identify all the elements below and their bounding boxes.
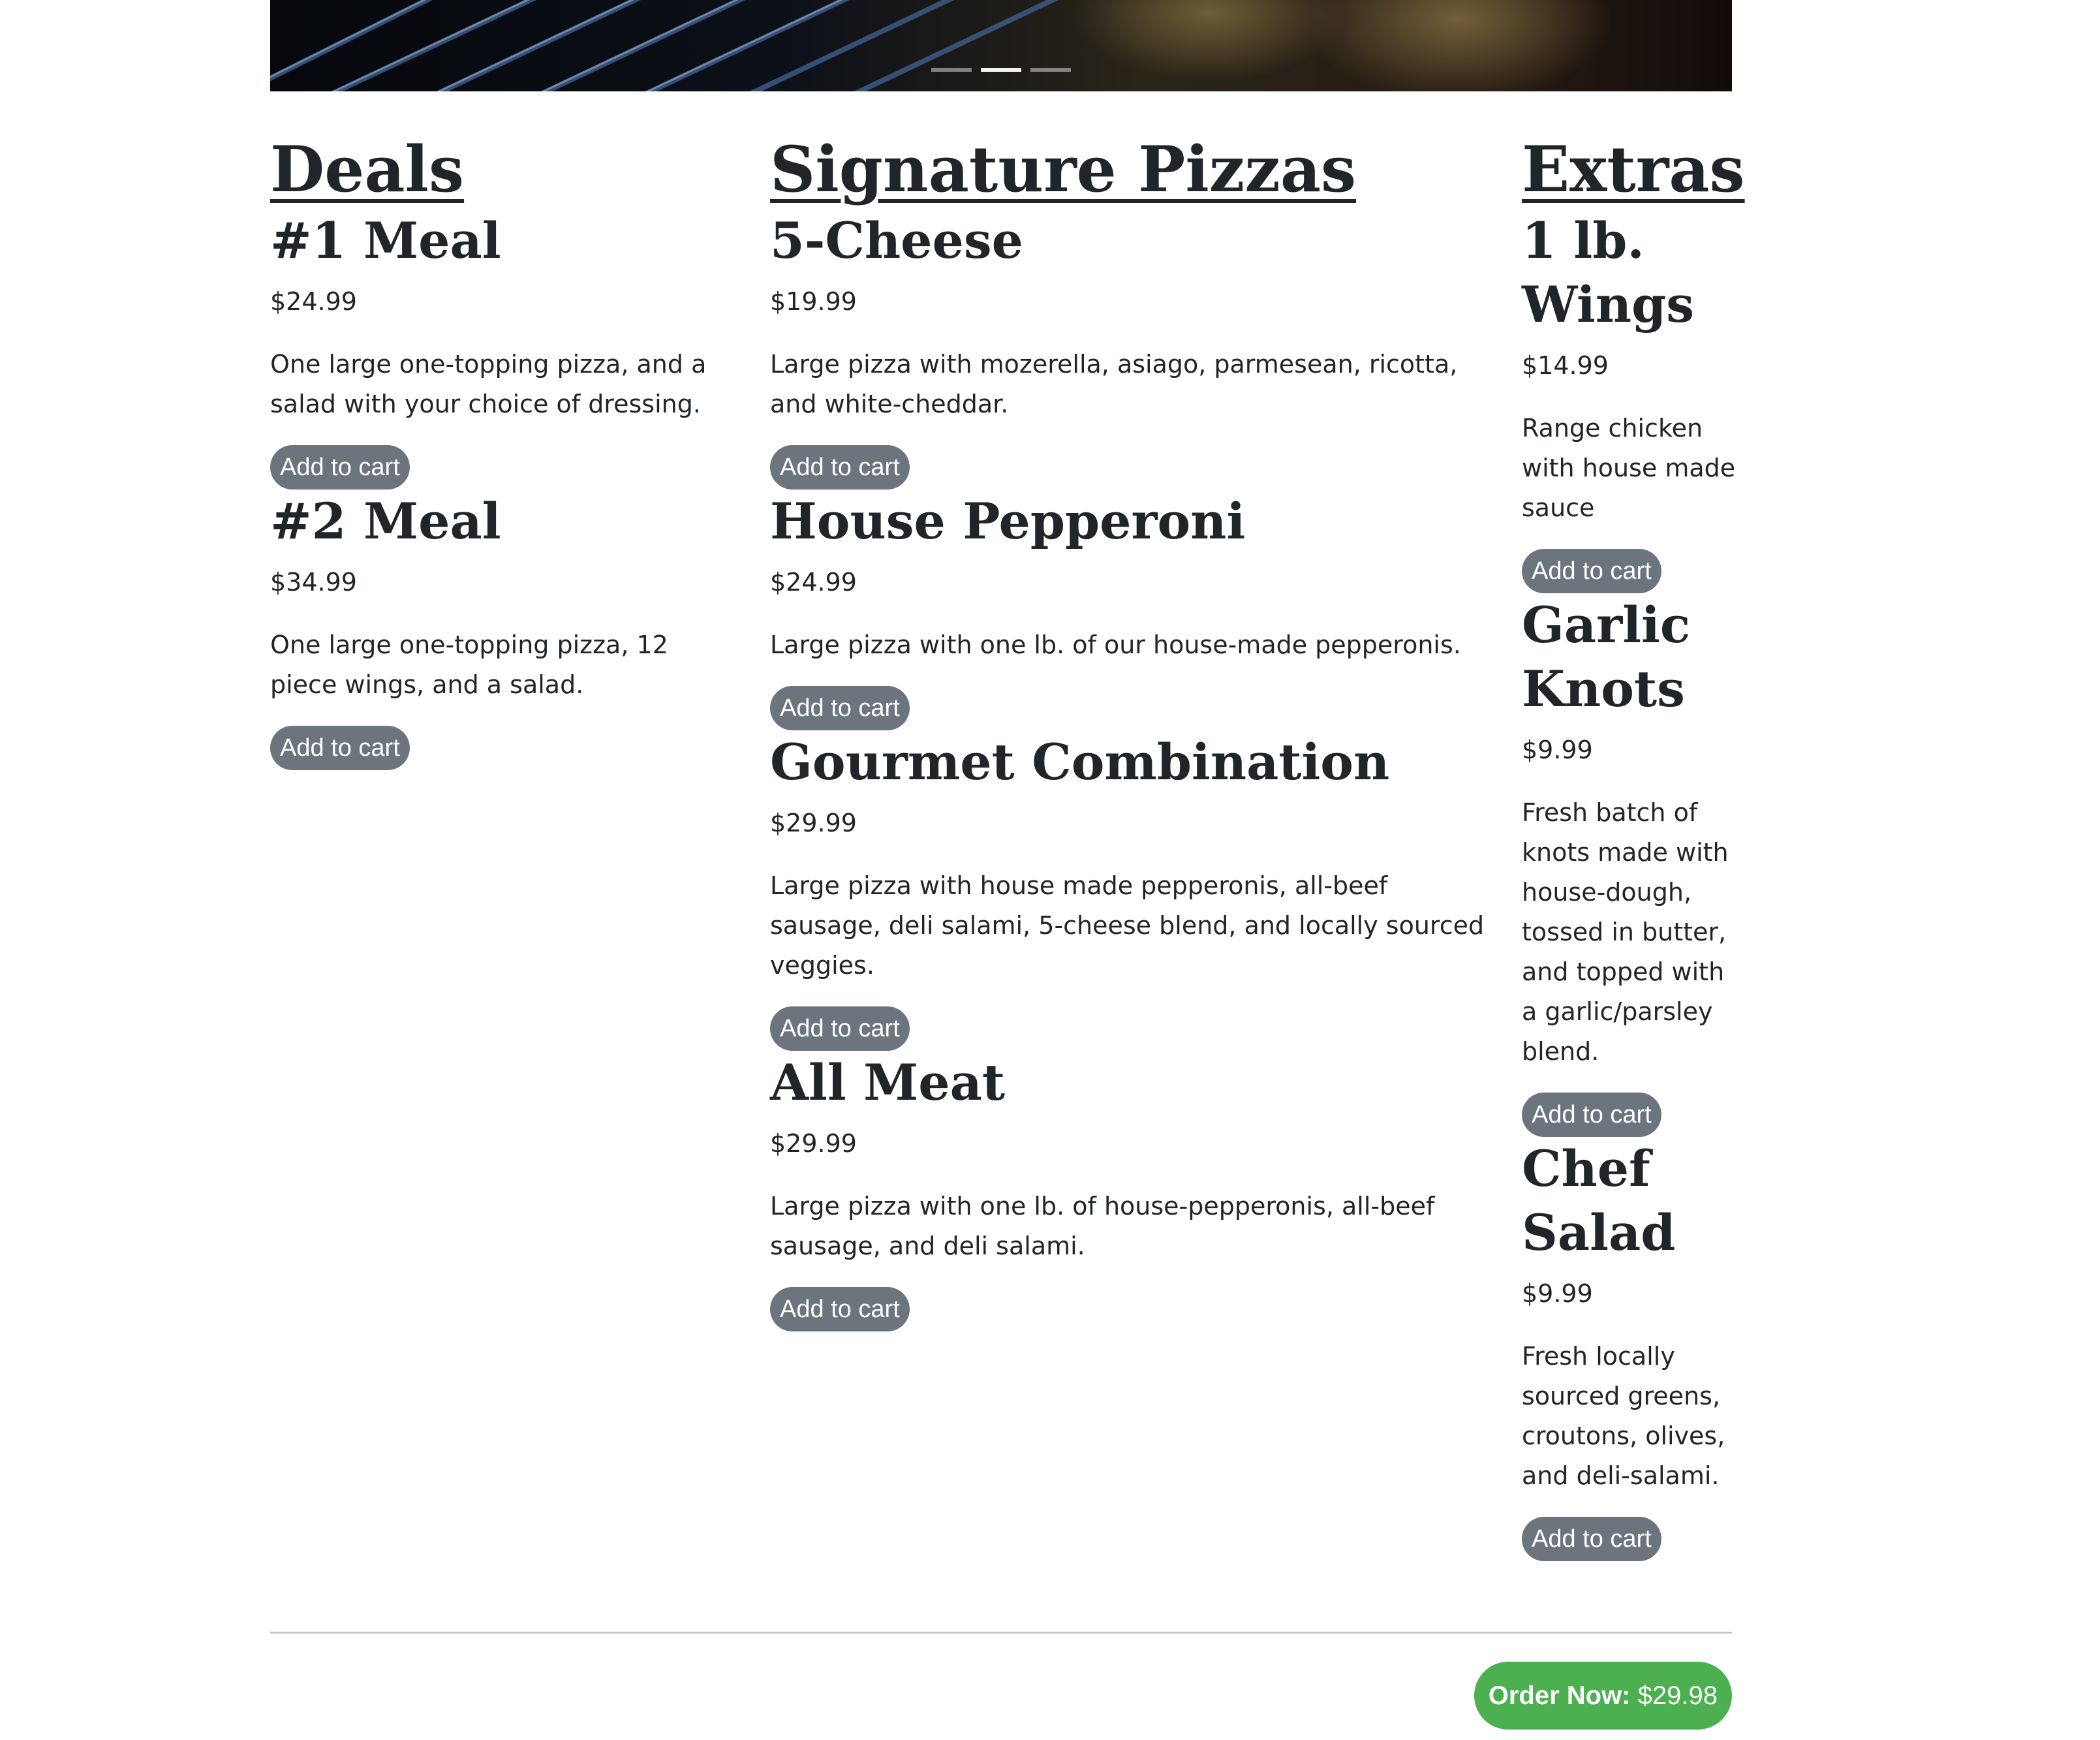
item-description: Fresh batch of knots made with house-dou… <box>1522 798 1729 1066</box>
menu-item: Gourmet Combination $29.99 Large pizza w… <box>770 730 1488 1051</box>
add-to-cart-button[interactable]: Add to cart <box>270 726 410 770</box>
item-price: $29.99 <box>770 1129 857 1158</box>
item-name: Garlic Knots <box>1522 596 1691 718</box>
item-price: $24.99 <box>770 568 857 597</box>
item-name: Gourmet Combination <box>770 733 1390 791</box>
pizzas-title: Signature Pizzas <box>770 132 1357 206</box>
menu-item: All Meat $29.99 Large pizza with one lb.… <box>770 1051 1488 1331</box>
add-to-cart-button[interactable]: Add to cart <box>770 445 910 489</box>
item-price: $14.99 <box>1522 351 1609 380</box>
item-description: Fresh locally sourced greens, croutons, … <box>1522 1342 1725 1490</box>
carousel-indicator-3[interactable] <box>1030 68 1071 72</box>
deals-title: Deals <box>270 132 465 206</box>
add-to-cart-button[interactable]: Add to cart <box>1522 549 1661 593</box>
item-price: $29.99 <box>770 809 857 837</box>
item-price: $9.99 <box>1522 1279 1593 1308</box>
item-description: One large one-topping pizza, and a salad… <box>270 350 707 418</box>
add-to-cart-button[interactable]: Add to cart <box>1522 1517 1661 1561</box>
menu-page: Deals #1 Meal $24.99 One large one-toppi… <box>0 0 2100 1740</box>
item-price: $9.99 <box>1522 736 1593 764</box>
carousel-indicator-2[interactable] <box>981 68 1021 72</box>
item-description: One large one-topping pizza, 12 piece wi… <box>270 630 668 699</box>
menu-item: 5-Cheese $19.99 Large pizza with mozerel… <box>770 209 1488 489</box>
menu-item: House Pepperoni $24.99 Large pizza with … <box>770 489 1488 730</box>
item-price: $34.99 <box>270 568 357 597</box>
menu-item: Garlic Knots $9.99 Fresh batch of knots … <box>1522 593 1737 1137</box>
hero-carousel <box>270 0 1732 91</box>
item-name: #2 Meal <box>270 492 501 550</box>
order-total: $29.98 <box>1637 1681 1718 1710</box>
add-to-cart-button[interactable]: Add to cart <box>270 445 410 489</box>
menu-item: #2 Meal $34.99 One large one-topping piz… <box>270 489 720 770</box>
add-to-cart-button[interactable]: Add to cart <box>770 1287 910 1331</box>
footer-divider <box>270 1632 1732 1634</box>
menu-item: Chef Salad $9.99 Fresh locally sourced g… <box>1522 1137 1737 1561</box>
menu-item: #1 Meal $24.99 One large one-topping piz… <box>270 209 720 489</box>
item-name: 5-Cheese <box>770 211 1024 270</box>
item-price: $24.99 <box>270 287 357 316</box>
item-name: House Pepperoni <box>770 492 1246 550</box>
deals-section: Deals #1 Meal $24.99 One large one-toppi… <box>270 131 720 770</box>
carousel-indicators <box>270 68 1732 72</box>
order-now-button[interactable]: Order Now: $29.98 <box>1474 1662 1732 1730</box>
add-to-cart-button[interactable]: Add to cart <box>770 1006 910 1051</box>
carousel-indicator-1[interactable] <box>931 68 972 72</box>
item-description: Large pizza with one lb. of house-pepper… <box>770 1192 1435 1260</box>
pizzas-section: Signature Pizzas 5-Cheese $19.99 Large p… <box>770 131 1488 1331</box>
item-description: Large pizza with one lb. of our house-ma… <box>770 630 1461 659</box>
grill-image <box>270 0 1059 91</box>
item-name: #1 Meal <box>270 211 501 270</box>
menu-item: 1 lb. Wings $14.99 Range chicken with ho… <box>1522 209 1737 593</box>
item-name: 1 lb. Wings <box>1522 211 1695 334</box>
order-now-label: Order Now: <box>1488 1681 1631 1710</box>
add-to-cart-button[interactable]: Add to cart <box>1522 1093 1661 1137</box>
item-price: $19.99 <box>770 287 857 316</box>
item-name: Chef Salad <box>1522 1140 1676 1262</box>
item-description: Range chicken with house made sauce <box>1522 414 1736 522</box>
extras-title: Extras <box>1522 132 1745 206</box>
item-description: Large pizza with house made pepperonis, … <box>770 871 1485 980</box>
item-name: All Meat <box>770 1053 1005 1111</box>
item-description: Large pizza with mozerella, asiago, parm… <box>770 350 1458 418</box>
extras-section: Extras 1 lb. Wings $14.99 Range chicken … <box>1522 131 1745 1561</box>
add-to-cart-button[interactable]: Add to cart <box>770 686 910 730</box>
